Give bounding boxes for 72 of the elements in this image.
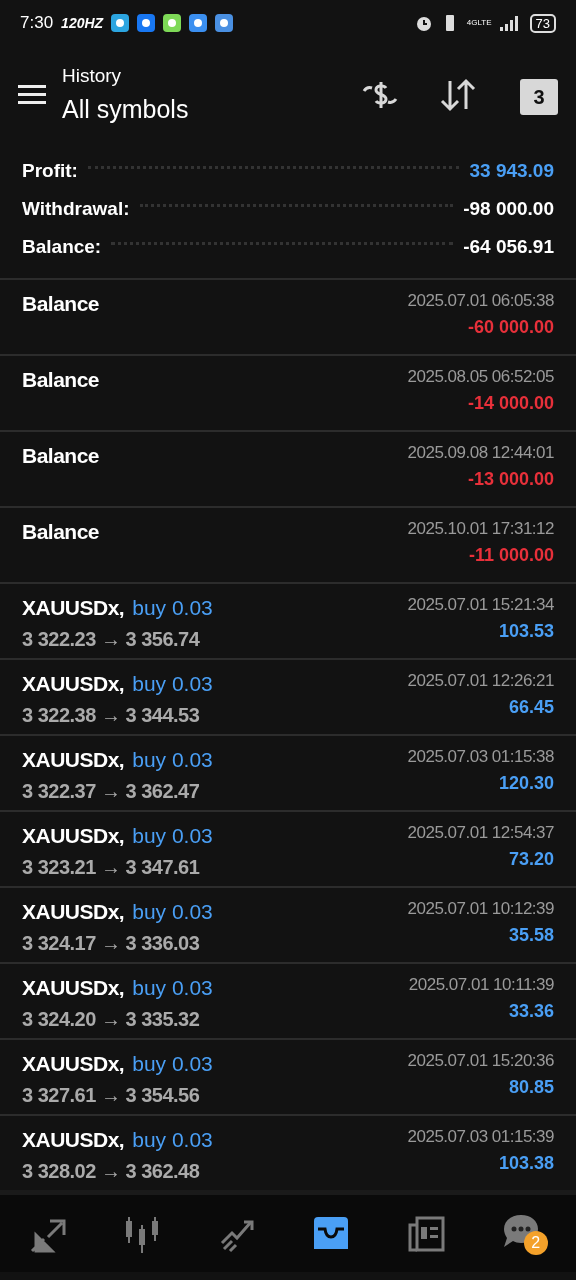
deal-amount: 120.30 xyxy=(497,771,554,795)
symbol-text: XAUUSDx, xyxy=(22,1127,125,1153)
deal-time: 2025.10.01 17:31:12 xyxy=(407,518,554,540)
sort-icon[interactable] xyxy=(440,78,476,112)
deal-time: 2025.09.08 12:44:01 xyxy=(407,442,554,464)
deal-title: Balance xyxy=(22,443,100,469)
deal-amount: 80.85 xyxy=(507,1075,554,1099)
deal-amount: 103.38 xyxy=(497,1151,554,1175)
price-range-text: 3 322.38 → 3 344.53 xyxy=(22,702,201,728)
battery-indicator: 73 xyxy=(529,13,556,33)
deal-amount: 33.36 xyxy=(507,999,554,1023)
deal-time: 2025.08.05 06:52:05 xyxy=(407,366,554,388)
deal-time: 2025.07.03 01:15:38 xyxy=(407,746,554,768)
trade-side-text: buy 0.03 xyxy=(132,747,213,773)
toolbar-subtitle: History xyxy=(62,64,123,88)
deal-time: 2025.07.01 15:21:34 xyxy=(407,594,554,616)
calendar-button[interactable]: 3 xyxy=(520,79,558,115)
trade-side-text: buy 0.03 xyxy=(132,595,213,621)
summary-label: Withdrawal: xyxy=(22,196,130,221)
alarm-icon xyxy=(414,14,433,32)
deal-amount: -11 000.00 xyxy=(467,543,554,567)
menu-icon[interactable] xyxy=(18,84,46,106)
trade-side-text: buy 0.03 xyxy=(132,1127,213,1153)
deal-time: 2025.07.03 01:15:39 xyxy=(407,1126,554,1148)
summary-label: Balance: xyxy=(22,234,102,259)
clock-text: 7:30 xyxy=(20,12,54,35)
price-range-text: 3 324.17 → 3 336.03 xyxy=(22,930,201,956)
deal-amount: 35.58 xyxy=(507,923,554,947)
deal-time: 2025.07.01 10:12:39 xyxy=(407,898,554,920)
deal-time: 2025.07.01 06:05:38 xyxy=(407,290,554,312)
deal-time: 2025.07.01 10:11:39 xyxy=(408,974,554,996)
symbol-text: XAUUSDx, xyxy=(22,671,125,697)
deal-title: Balance xyxy=(22,367,100,393)
trade-side-text: buy 0.03 xyxy=(132,1051,213,1077)
symbol-text: XAUUSDx, xyxy=(22,899,125,925)
trade-side-text: buy 0.03 xyxy=(132,975,213,1001)
price-range-text: 3 322.37 → 3 362.47 xyxy=(22,778,201,804)
price-range-text: 3 323.21 → 3 347.61 xyxy=(22,854,201,880)
nav-tab[interactable] xyxy=(123,1214,161,1253)
deal-title: Balance xyxy=(22,291,100,317)
deal-time: 2025.07.01 15:20:36 xyxy=(407,1050,554,1072)
newspaper-icon xyxy=(406,1214,445,1253)
symbol-text: XAUUSDx, xyxy=(22,1051,125,1077)
deal-title: Balance xyxy=(22,519,100,545)
deal-amount: 66.45 xyxy=(507,695,554,719)
trade-side-text: buy 0.03 xyxy=(132,671,213,697)
network-text: 4GLTE xyxy=(466,17,492,29)
price-range-text: 3 322.23 → 3 356.74 xyxy=(22,626,201,652)
summary-value: -64 056.91 xyxy=(463,234,554,259)
nav-tab[interactable] xyxy=(406,1214,445,1253)
price-range-text: 3 327.61 → 3 354.56 xyxy=(22,1082,201,1108)
deal-amount: 73.20 xyxy=(507,847,554,871)
symbol-text: XAUUSDx, xyxy=(22,595,125,621)
summary-label: Profit: xyxy=(22,158,78,183)
deal-amount: 103.53 xyxy=(497,619,554,643)
symbol-text: XAUUSDx, xyxy=(22,975,125,1001)
candlestick-icon xyxy=(123,1214,161,1253)
price-range-text: 3 324.20 → 3 335.32 xyxy=(22,1006,201,1032)
trade-side-text: buy 0.03 xyxy=(132,899,213,925)
price-range-text: 3 328.02 → 3 362.48 xyxy=(22,1158,201,1184)
symbol-text: XAUUSDx, xyxy=(22,747,125,773)
trade-side-text: buy 0.03 xyxy=(132,823,213,849)
deal-amount: -13 000.00 xyxy=(466,467,554,491)
deal-time: 2025.07.01 12:26:21 xyxy=(407,670,554,692)
deal-amount: -14 000.00 xyxy=(466,391,554,415)
deal-amount: -60 000.00 xyxy=(466,315,554,339)
refresh-rate-text: 120HZ xyxy=(61,13,104,33)
summary-value: 33 943.09 xyxy=(469,158,554,183)
deal-time: 2025.07.01 12:54:37 xyxy=(407,822,554,844)
summary-value: -98 000.00 xyxy=(463,196,554,221)
symbol-text: XAUUSDx, xyxy=(22,823,125,849)
toolbar-title: All symbols xyxy=(62,93,190,125)
